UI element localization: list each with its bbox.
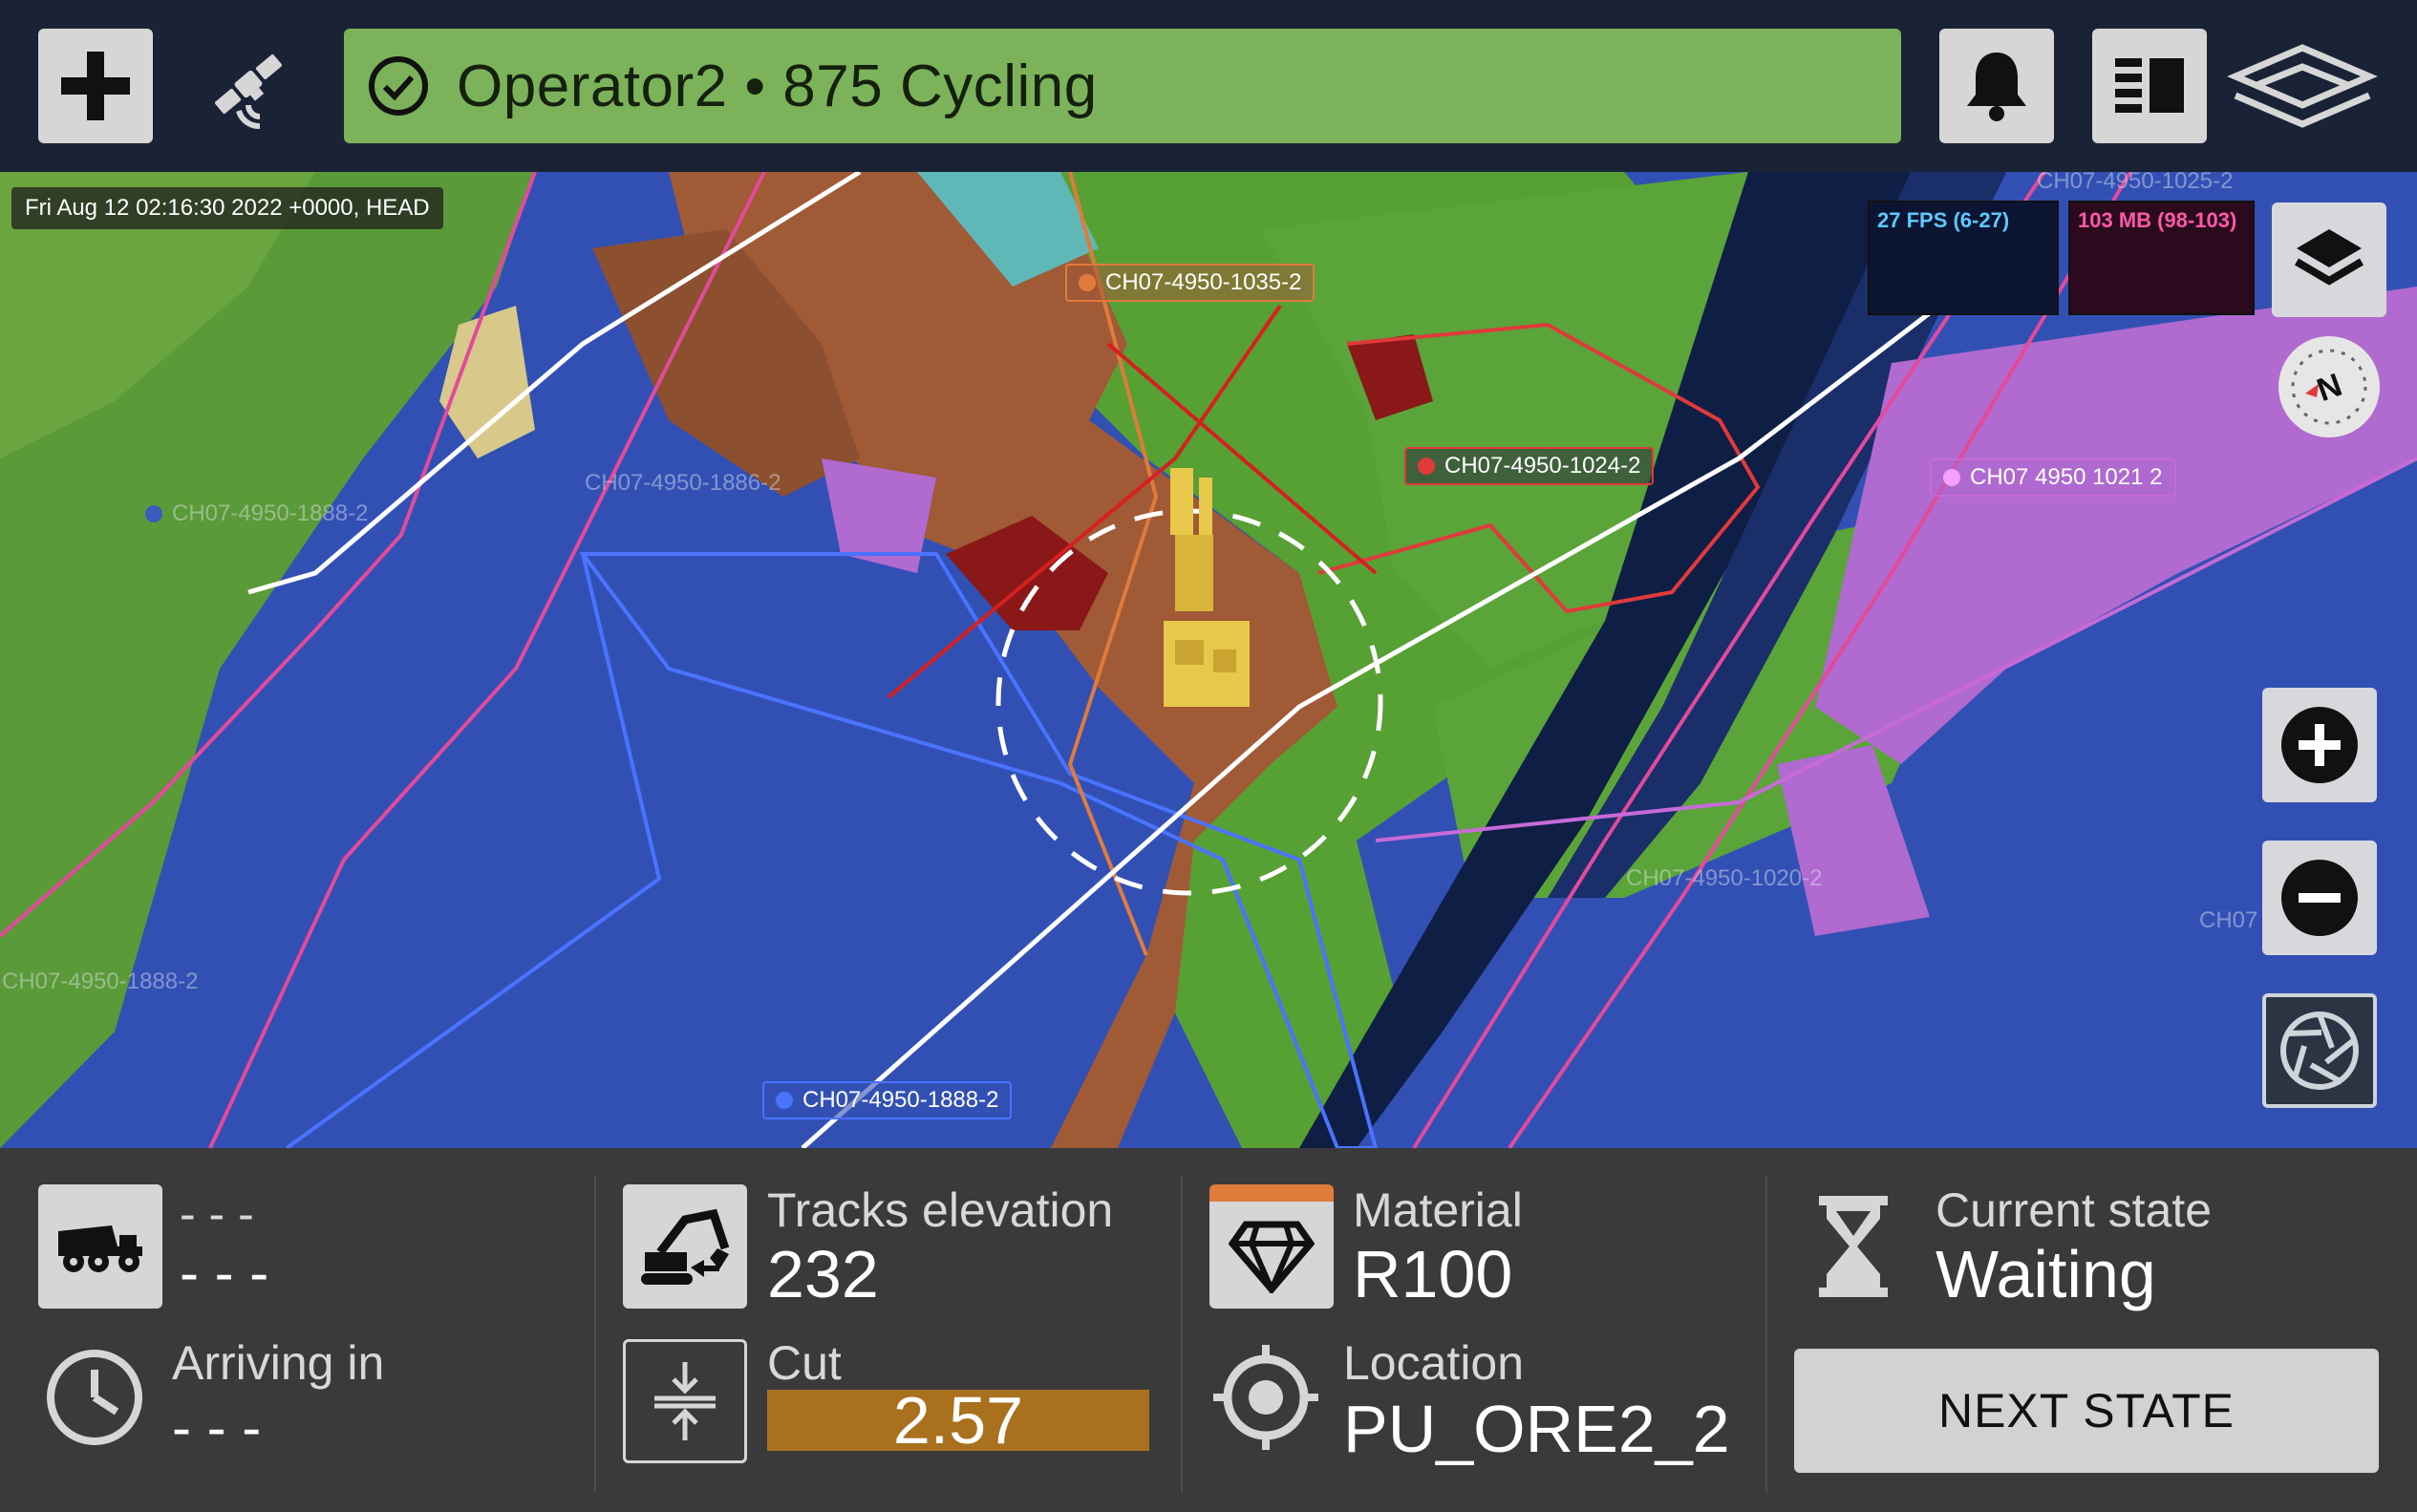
plus-icon [61, 52, 130, 120]
fps-monitor: 27 FPS (6-27) [1868, 201, 2059, 315]
clock-icon [47, 1350, 142, 1445]
cut-value-bar: 2.57 [767, 1383, 1149, 1458]
memory-text: 103 MB (98-103) [2078, 208, 2237, 232]
panel-icon [2115, 58, 2184, 113]
aperture-icon [2280, 1012, 2359, 1090]
next-state-button[interactable]: NEXT STATE [1794, 1349, 2379, 1473]
arriving-label: Arriving in [172, 1336, 385, 1390]
svg-text:N: N [2312, 367, 2346, 409]
satellite-icon[interactable] [201, 36, 296, 132]
divider [1181, 1177, 1183, 1492]
zoom-in-icon [2281, 707, 2358, 783]
side-panel-button[interactable] [2092, 29, 2207, 143]
hourglass-icon [1819, 1196, 1888, 1297]
app-root: Operator2 • 875 Cycling Fri Aug 12 02:16… [0, 0, 2417, 1512]
tracks-label: Tracks elevation [767, 1183, 1114, 1237]
zone-label-text: CH07-4950-1886-2 [585, 470, 781, 496]
truck-tile[interactable] [38, 1184, 162, 1309]
zone-label-text: CH07-4950-1888-2 [2, 969, 199, 994]
zoom-out-button[interactable] [2262, 841, 2377, 955]
state-value: Waiting [1936, 1237, 2156, 1311]
dump-truck-icon [58, 1225, 142, 1272]
material-label: Material [1353, 1183, 1523, 1237]
divider [1765, 1177, 1767, 1492]
terrain-map[interactable] [0, 172, 2417, 1148]
zone-label[interactable]: CH07-4950-1035-2 [1065, 264, 1315, 302]
tracks-value: 232 [767, 1237, 879, 1311]
layers-button[interactable] [2272, 202, 2386, 317]
zone-label-text: CH07-4950-1888-2 [802, 1087, 999, 1113]
top-bar: Operator2 • 875 Cycling [0, 0, 2417, 172]
zone-label-text: CH07-4950-1020-2 [1626, 865, 1823, 891]
zone-label[interactable]: CH07-4950-1888-2 [0, 965, 209, 999]
status-banner[interactable]: Operator2 • 875 Cycling [344, 29, 1901, 143]
compass-icon: N [2291, 349, 2367, 425]
fps-text: 27 FPS (6-27) [1877, 208, 2010, 232]
layers-icon [2294, 229, 2364, 286]
zoom-out-icon [2281, 860, 2358, 936]
zone-label-text: CH07-4950-1024-2 [1444, 453, 1641, 479]
cut-value: 2.57 [892, 1383, 1024, 1458]
state-label: Current state [1936, 1183, 2213, 1237]
zone-label[interactable]: CH07-4950-1886-2 [573, 466, 792, 500]
zone-label[interactable]: CH07 4950 1021 2 [1930, 458, 2176, 497]
cut-tile[interactable] [623, 1339, 747, 1463]
zone-label[interactable]: CH07-4950-1024-2 [1404, 447, 1655, 485]
zone-label-text: CH07-4950-1035-2 [1105, 269, 1302, 295]
zone-label-text: CH07 4950 1021 2 [1970, 464, 2163, 490]
zone-label[interactable]: CH07-4950-1020-2 [1615, 862, 1833, 896]
camera-button[interactable] [2262, 993, 2377, 1108]
logo [2227, 44, 2378, 128]
location-target-icon [1213, 1345, 1318, 1450]
zone-label-text: CH07 [2199, 907, 2258, 933]
map-timestamp: Fri Aug 12 02:16:30 2022 +0000, HEAD [11, 187, 443, 229]
memory-monitor: 103 MB (98-103) [2068, 201, 2255, 315]
compress-arrows-icon [654, 1362, 716, 1440]
notifications-button[interactable] [1939, 29, 2054, 143]
material-value: R100 [1353, 1237, 1513, 1311]
cut-label: Cut [767, 1336, 842, 1390]
zone-label[interactable]: CH07-4950-1888-2 [134, 497, 379, 531]
arriving-value: - - - [172, 1395, 262, 1459]
check-circle-icon [369, 56, 428, 116]
truck-top-value: - - - [180, 1187, 254, 1241]
location-label: Location [1343, 1336, 1525, 1390]
zone-label-text: CH07-4950-1025-2 [2037, 172, 2234, 194]
location-value: PU_ORE2_2 [1343, 1392, 1730, 1466]
tracks-tile[interactable] [623, 1184, 747, 1309]
truck-bottom-value: - - - [180, 1241, 269, 1305]
diamond-icon [1229, 1221, 1315, 1293]
divider [594, 1177, 596, 1492]
zone-label-text: CH07-4950-1888-2 [172, 500, 369, 526]
zone-label[interactable]: CH07-4950-1025-2 [2025, 172, 2244, 199]
zone-label[interactable]: CH07-4950-1888-2 [762, 1081, 1013, 1119]
material-tile[interactable] [1209, 1184, 1334, 1309]
add-button[interactable] [38, 29, 153, 143]
excavator-icon [641, 1208, 730, 1285]
map-view[interactable]: Fri Aug 12 02:16:30 2022 +0000, HEAD CH0… [0, 172, 2417, 1148]
zone-label[interactable]: CH07 [2188, 904, 2269, 938]
bell-icon [1967, 53, 2026, 121]
status-text: Operator2 • 875 Cycling [457, 53, 1098, 119]
compass-button[interactable]: N [2278, 336, 2380, 437]
info-panel: - - - - - - Arriving in - - - Tracks ele… [0, 1148, 2417, 1512]
zoom-in-button[interactable] [2262, 688, 2377, 802]
